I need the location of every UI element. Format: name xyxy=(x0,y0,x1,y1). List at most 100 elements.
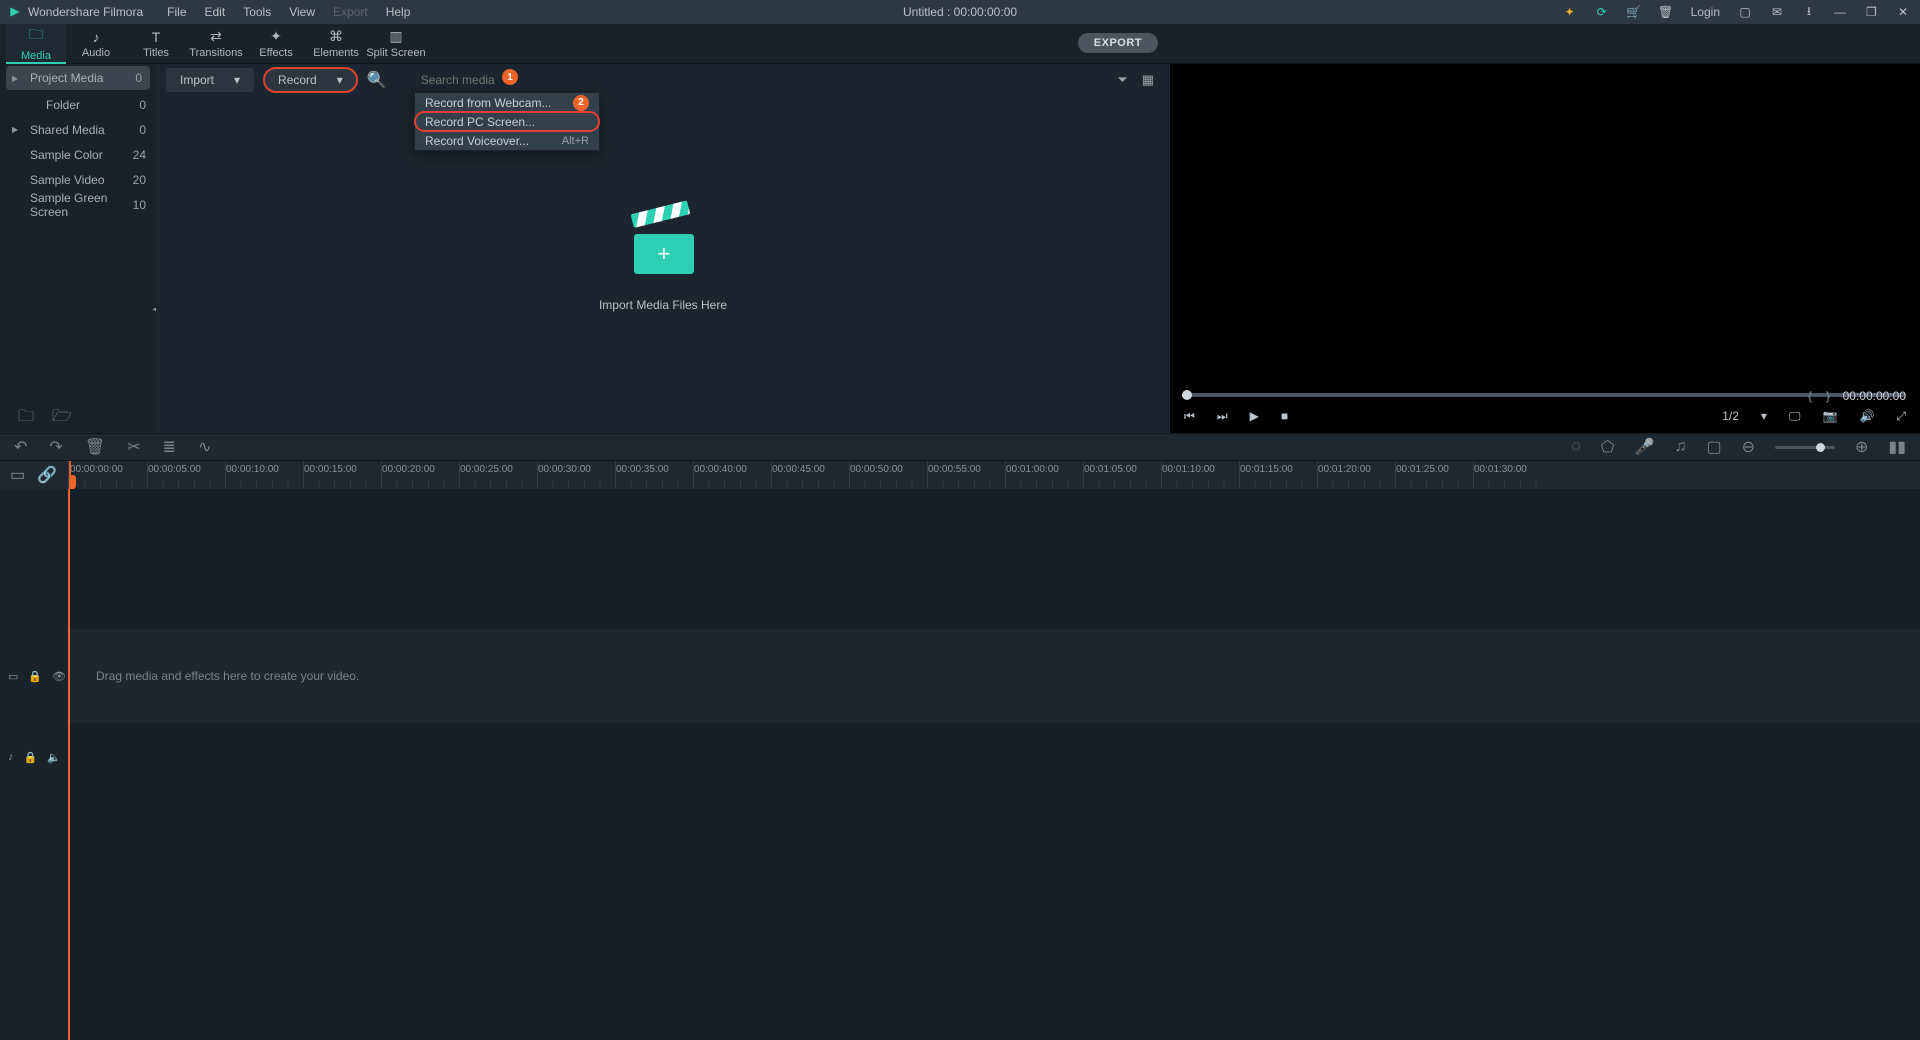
track-lock-icon[interactable]: 🔒 xyxy=(24,751,38,764)
lightbulb-icon[interactable]: ✦ xyxy=(1563,5,1577,19)
ruler-mark: 00:00:00:00 xyxy=(69,461,147,489)
delete-icon[interactable]: 🗑 xyxy=(85,437,105,457)
marker-out-icon[interactable]: ⬠ xyxy=(1601,437,1615,457)
window-maximize[interactable]: ❐ xyxy=(1866,5,1880,19)
new-folder-icon[interactable]: 🗀 xyxy=(18,405,34,432)
tab-audio[interactable]: ♪ Audio xyxy=(66,24,126,64)
record-dropdown[interactable]: Record ▾ xyxy=(264,68,357,92)
sidebar-item-folder[interactable]: Folder 0 xyxy=(0,92,156,117)
track-body-audio[interactable] xyxy=(68,723,1920,791)
login-link[interactable]: Login xyxy=(1691,5,1720,19)
zoom-in-icon[interactable]: ⊕ xyxy=(1855,437,1868,457)
import-dropdown[interactable]: Import ▾ xyxy=(166,68,254,92)
mic-icon[interactable]: 🎤 xyxy=(1635,437,1655,457)
display-icon[interactable]: 🖵 xyxy=(1789,409,1801,424)
sidebar-item-label: Sample Green Screen xyxy=(30,191,133,219)
tab-split-screen[interactable]: ▥ Split Screen xyxy=(366,24,426,64)
tab-titles[interactable]: T Titles xyxy=(126,24,186,64)
adjust-icon[interactable]: ≣ xyxy=(163,437,176,457)
zoom-slider[interactable] xyxy=(1775,446,1835,449)
sidebar-item-project-media[interactable]: Project Media 0 xyxy=(6,66,150,90)
menu-edit[interactable]: Edit xyxy=(205,5,226,19)
stop-icon[interactable]: ■ xyxy=(1281,409,1288,423)
sidebar-item-shared-media[interactable]: Shared Media 0 xyxy=(0,117,156,142)
tab-effects[interactable]: ✦ Effects xyxy=(246,24,306,64)
link-icon[interactable]: 🔗 xyxy=(37,465,57,485)
track-video-icon[interactable]: ▭ xyxy=(8,670,18,683)
record-voiceover-item[interactable]: Record Voiceover... Alt+R xyxy=(415,131,599,150)
audio-sync-icon[interactable]: ∿ xyxy=(198,437,211,457)
playhead[interactable] xyxy=(69,461,71,489)
save-icon[interactable]: ▢ xyxy=(1738,5,1752,19)
sidebar-item-count: 24 xyxy=(133,148,146,162)
download-icon[interactable]: ⭳ xyxy=(1802,5,1816,19)
window-minimize[interactable]: — xyxy=(1834,5,1848,19)
zoom-out-icon[interactable]: ⊖ xyxy=(1742,437,1755,457)
play-icon[interactable]: ▶ xyxy=(1250,409,1259,423)
cut-icon[interactable]: ✂ xyxy=(127,437,140,457)
export-button[interactable]: EXPORT xyxy=(1078,33,1158,53)
track-mute-icon[interactable]: 🔈 xyxy=(47,751,61,764)
track-body-spacer[interactable] xyxy=(68,489,1920,629)
track-lock-icon[interactable]: 🔒 xyxy=(28,670,42,683)
menu-view[interactable]: View xyxy=(289,5,315,19)
sidebar-item-label: Project Media xyxy=(30,71,103,85)
track-body-video[interactable]: Drag media and effects here to create yo… xyxy=(68,629,1920,723)
window-close[interactable]: ✕ xyxy=(1898,5,1912,19)
scrubber-thumb[interactable] xyxy=(1182,390,1192,400)
timeline-ruler[interactable]: 00:00:00:0000:00:05:0000:00:10:0000:00:1… xyxy=(68,461,1920,489)
sidebar-item-count: 0 xyxy=(135,71,142,85)
media-toolbar: Import ▾ Record ▾ 1 🔍 ⏷ ▦ xyxy=(156,66,1170,94)
fullscreen-icon[interactable]: ⤢ xyxy=(1896,409,1906,424)
track-body-rest[interactable] xyxy=(68,791,1920,1040)
menu-tools[interactable]: Tools xyxy=(243,5,271,19)
sidebar-item-sample-green-screen[interactable]: Sample Green Screen 10 xyxy=(0,192,156,217)
cart-icon[interactable]: 🛒 xyxy=(1627,5,1641,19)
ruler-mark: 00:00:35:00 xyxy=(615,461,693,489)
menu-item-label: Record Voiceover... xyxy=(425,134,529,148)
grid-view-icon[interactable]: ▦ xyxy=(1142,72,1154,88)
sidebar-item-sample-video[interactable]: Sample Video 20 xyxy=(0,167,156,192)
project-title: Untitled : 00:00:00:00 xyxy=(903,5,1017,19)
preview-panel: {} 00:00:00:00 ⏮ ⏭ ▶ ■ 1/2 ▾ 🖵 📷 🔊 ⤢ xyxy=(1170,64,1920,433)
tab-transitions[interactable]: ⇄ Transitions xyxy=(186,24,246,64)
redo-icon[interactable]: ↷ xyxy=(49,437,62,457)
tab-label: Titles xyxy=(143,47,169,59)
chevron-down-icon[interactable]: ▾ xyxy=(1761,409,1767,423)
filter-icon[interactable]: ⏷ xyxy=(1117,72,1127,88)
menu-file[interactable]: File xyxy=(167,5,186,19)
search-input[interactable] xyxy=(415,68,1102,92)
volume-icon[interactable]: 🔊 xyxy=(1859,409,1874,423)
track-eye-icon[interactable]: 👁 xyxy=(52,670,66,683)
tab-label: Split Screen xyxy=(366,47,425,59)
refresh-icon[interactable]: ⟳ xyxy=(1595,5,1609,19)
select-tool-icon[interactable]: ▭ xyxy=(10,465,25,485)
zoom-fit-icon[interactable]: ▮▮ xyxy=(1888,437,1906,457)
sidebar-item-sample-color[interactable]: Sample Color 24 xyxy=(0,142,156,167)
snapshot-icon[interactable]: 📷 xyxy=(1822,409,1837,423)
mixer-icon[interactable]: ♫ xyxy=(1674,438,1686,456)
undo-icon[interactable]: ↶ xyxy=(14,437,27,457)
next-frame-icon[interactable]: ⏭ xyxy=(1217,409,1228,424)
prev-frame-icon[interactable]: ⏮ xyxy=(1184,409,1195,424)
track-audio-icon[interactable]: ♪ xyxy=(8,751,14,763)
ruler-mark: 00:00:30:00 xyxy=(537,461,615,489)
record-webcam-item[interactable]: Record from Webcam... 2 xyxy=(415,93,599,112)
menu-help[interactable]: Help xyxy=(386,5,411,19)
media-panel: Import ▾ Record ▾ 1 🔍 ⏷ ▦ Record from We… xyxy=(156,64,1170,433)
preview-ratio[interactable]: 1/2 xyxy=(1722,409,1739,423)
crop-icon[interactable]: ▢ xyxy=(1706,437,1721,457)
gift-icon[interactable]: 🗑 xyxy=(1659,5,1673,19)
tab-elements[interactable]: ⌘ Elements xyxy=(306,24,366,64)
record-pc-screen-item[interactable]: Record PC Screen... xyxy=(415,112,599,131)
new-folder-alt-icon[interactable]: 🗁 xyxy=(52,405,72,432)
app-brand: Wondershare Filmora xyxy=(8,5,143,19)
import-drop-target[interactable]: Import Media Files Here xyxy=(599,214,727,312)
preview-scrubber[interactable] xyxy=(1182,393,1906,397)
search-icon: 🔍 xyxy=(367,70,387,90)
message-icon[interactable]: ✉ xyxy=(1770,5,1784,19)
titles-icon: T xyxy=(152,29,161,45)
transitions-icon: ⇄ xyxy=(210,28,222,45)
render-icon[interactable]: ◌ xyxy=(1571,438,1581,456)
tab-media[interactable]: 🗀 Media xyxy=(6,24,66,64)
